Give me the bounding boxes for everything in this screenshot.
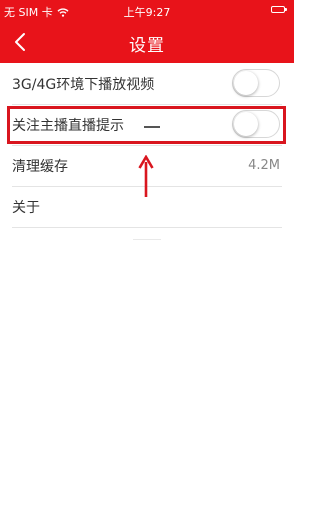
cellular-video-toggle[interactable] [232,69,280,97]
battery-icon [271,6,287,13]
status-bar: 无 SIM 卡 上午9:27 [0,0,294,22]
setting-label: 关于 [12,200,40,216]
toggle-knob [234,71,258,95]
annotation-up-arrow-icon [138,155,154,197]
divider [12,227,282,228]
faint-divider [133,239,161,240]
setting-label: 3G/4G环境下播放视频 [12,77,155,93]
annotation-highlight-box [7,106,286,144]
setting-play-video-on-cellular: 3G/4G环境下播放视频 [0,63,294,104]
clock: 上午9:27 [123,6,171,19]
page-title: 设置 [129,36,165,56]
nav-bar: 设置 [0,22,294,63]
setting-label: 清理缓存 [12,159,68,175]
cache-size-value: 4.2M [248,158,280,173]
annotation-strike-mark [144,126,160,128]
